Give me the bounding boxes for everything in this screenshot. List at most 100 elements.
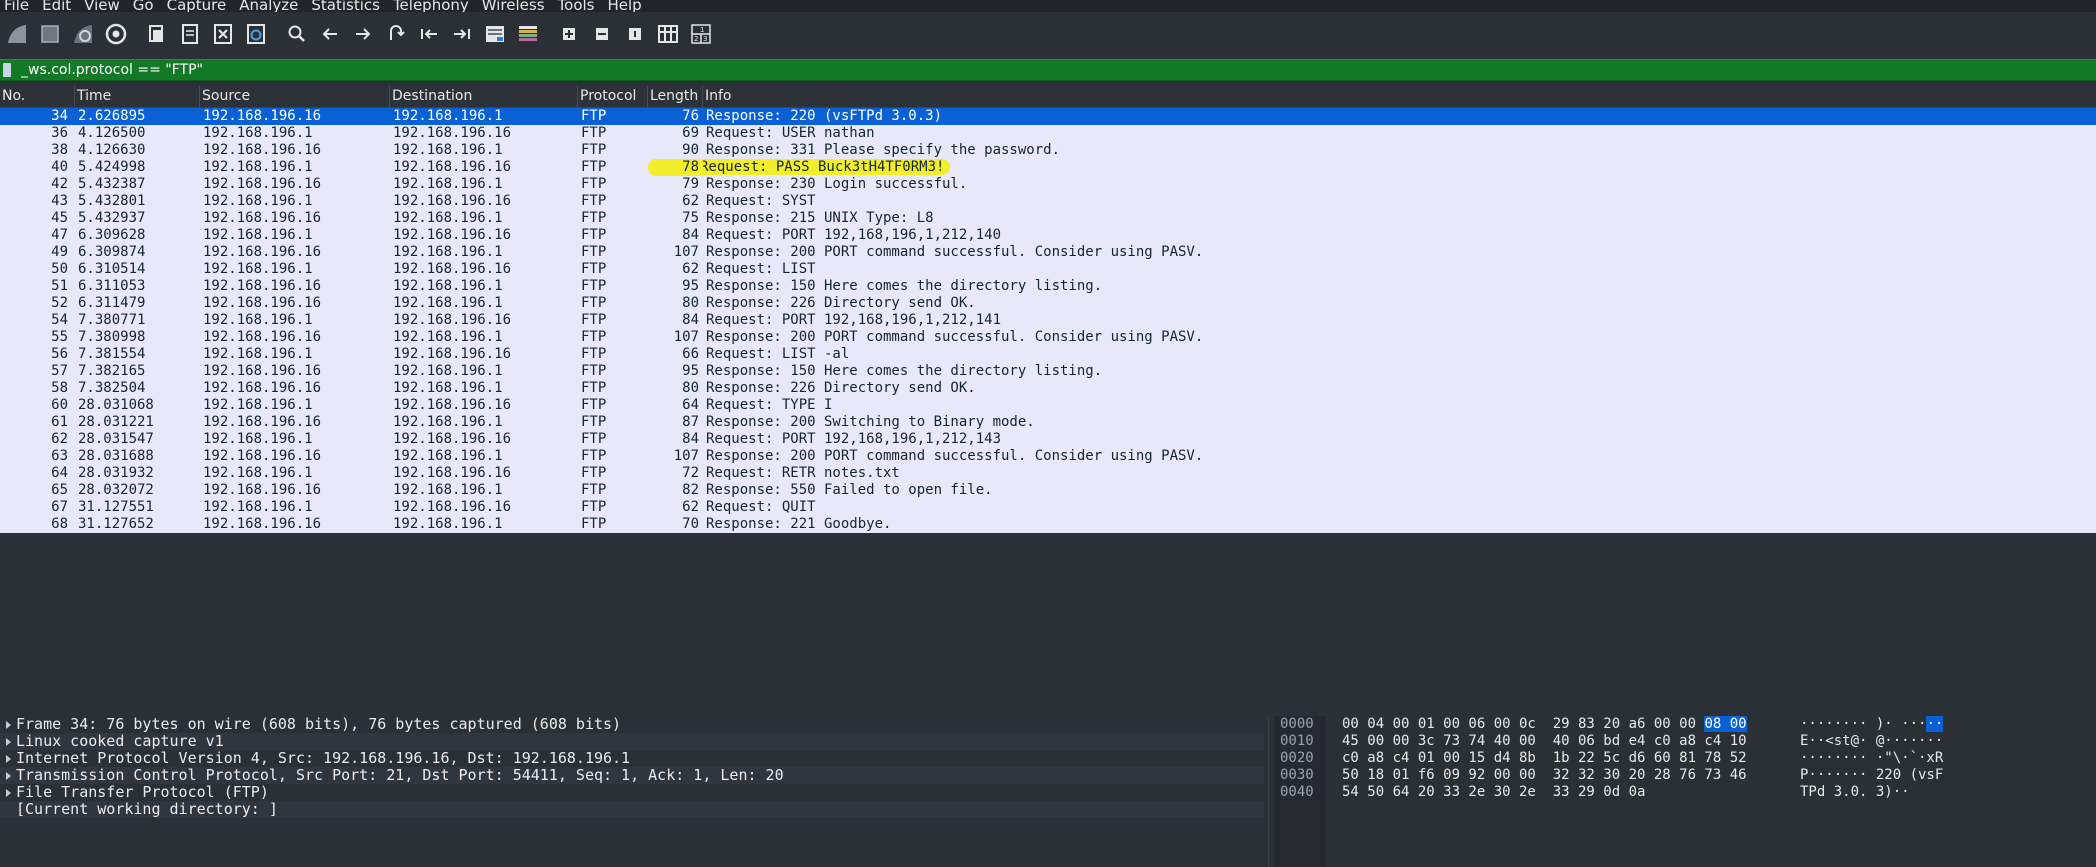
- packet-row[interactable]: 58 7.382504 192.168.196.16 192.168.196.1 FTP…: [0, 380, 2096, 397]
- resize-columns-icon[interactable]: [655, 21, 681, 47]
- packet-row[interactable]: 34 2.626895 192.168.196.16 192.168.196.1 FTP…: [0, 108, 2096, 125]
- packet-row[interactable]: 43 5.432801 192.168.196.1 192.168.196.16 FTP…: [0, 193, 2096, 210]
- zoom-out-icon[interactable]: [589, 21, 615, 47]
- packet-row[interactable]: 64 28.031932 192.168.196.1 192.168.196.16 FT…: [0, 465, 2096, 482]
- packet-row[interactable]: 51 6.311053 192.168.196.16 192.168.196.1 FTP…: [0, 278, 2096, 295]
- zoom-in-icon[interactable]: [556, 21, 582, 47]
- packet-len-cell: 66: [682, 346, 699, 362]
- hex-bytes[interactable]: 54 50 64 20 33 2e 30 2e 33 29 0d 0a: [1334, 784, 1800, 801]
- packet-no-cell: 65: [51, 482, 68, 498]
- menu-analyze[interactable]: Analyze: [235, 0, 307, 12]
- packet-info-cell: Response: 220 (vsFTPd 3.0.3): [706, 108, 943, 124]
- detail-tree-item[interactable]: [Current working directory: ]: [0, 801, 1264, 818]
- detail-tree-item[interactable]: File Transfer Protocol (FTP): [0, 784, 1264, 801]
- highlighted-info: Request: PASS Buck3tH4TF0RM3!: [703, 159, 951, 175]
- normal-size-icon[interactable]: [622, 21, 648, 47]
- packet-row[interactable]: 52 6.311479 192.168.196.16 192.168.196.1 FTP…: [0, 295, 2096, 312]
- ascii-bytes[interactable]: TPd 3.0. 3)··: [1800, 784, 1910, 801]
- menu-tools[interactable]: Tools: [554, 0, 604, 12]
- detail-text: [Current working directory: ]: [16, 800, 278, 818]
- packet-row[interactable]: 57 7.382165 192.168.196.16 192.168.196.1 FTP…: [0, 363, 2096, 380]
- packet-row[interactable]: 47 6.309628 192.168.196.1 192.168.196.16 FTP…: [0, 227, 2096, 244]
- packet-proto-cell: FTP: [581, 227, 607, 243]
- hex-bytes[interactable]: 50 18 01 f6 09 92 00 00 32 32 30 20 28 7…: [1334, 767, 1800, 784]
- find-packet-icon[interactable]: [284, 21, 310, 47]
- go-forward-icon[interactable]: [350, 21, 376, 47]
- menu-file[interactable]: File: [0, 0, 38, 12]
- ascii-bytes[interactable]: ········ ·"\·`·xR: [1800, 750, 1943, 767]
- hex-bytes[interactable]: 00 04 00 01 00 06 00 0c 29 83 20 a6 00 0…: [1334, 716, 1800, 733]
- expand-arrow-icon[interactable]: [0, 720, 16, 729]
- save-file-icon[interactable]: [177, 21, 203, 47]
- menu-go[interactable]: Go: [129, 0, 163, 12]
- menu-edit[interactable]: Edit: [38, 0, 80, 12]
- detail-tree-item[interactable]: Linux cooked capture v1: [0, 733, 1264, 750]
- go-back-icon[interactable]: [317, 21, 343, 47]
- layout-panes-icon[interactable]: 123: [688, 21, 714, 47]
- packet-row[interactable]: 36 4.126500 192.168.196.1 192.168.196.16 FTP…: [0, 125, 2096, 142]
- packet-row[interactable]: 60 28.031068 192.168.196.1 192.168.196.16 FT…: [0, 397, 2096, 414]
- packet-no-cell: 51: [51, 278, 68, 294]
- column-header-length[interactable]: Length: [648, 86, 703, 107]
- expand-arrow-icon[interactable]: [0, 737, 16, 746]
- packet-row[interactable]: 63 28.031688 192.168.196.16 192.168.196.1 FT…: [0, 448, 2096, 465]
- packet-proto-cell: FTP: [581, 108, 607, 124]
- packet-row[interactable]: 67 31.127551 192.168.196.1 192.168.196.16 FT…: [0, 499, 2096, 516]
- display-filter-input[interactable]: [19, 60, 2096, 80]
- ascii-bytes[interactable]: P······· 220 (vsF: [1800, 767, 1943, 784]
- column-header-protocol[interactable]: Protocol: [578, 86, 648, 107]
- packet-row[interactable]: 68 31.127652 192.168.196.16 192.168.196.1 FT…: [0, 516, 2096, 533]
- expand-arrow-icon[interactable]: [0, 754, 16, 763]
- packet-row[interactable]: 65 28.032072 192.168.196.16 192.168.196.1 FT…: [0, 482, 2096, 499]
- column-header-no[interactable]: No.: [0, 86, 75, 107]
- menu-statistics[interactable]: Statistics: [307, 0, 389, 12]
- packet-info-cell: Response: 200 PORT command successful. C…: [706, 329, 1204, 345]
- hex-bytes[interactable]: 45 00 00 3c 73 74 40 00 40 06 bd e4 c0 a…: [1334, 733, 1800, 750]
- expand-arrow-icon[interactable]: [0, 771, 16, 780]
- menu-help[interactable]: Help: [603, 0, 650, 12]
- packet-len-cell: 70: [682, 516, 699, 532]
- filter-bookmark-icon[interactable]: [3, 63, 11, 77]
- go-to-packet-icon[interactable]: [383, 21, 409, 47]
- packet-row[interactable]: 42 5.432387 192.168.196.16 192.168.196.1 FTP…: [0, 176, 2096, 193]
- packet-row[interactable]: 62 28.031547 192.168.196.1 192.168.196.16 FT…: [0, 431, 2096, 448]
- close-file-icon[interactable]: [210, 21, 236, 47]
- packet-row[interactable]: 54 7.380771 192.168.196.1 192.168.196.16 FTP…: [0, 312, 2096, 329]
- ascii-bytes[interactable]: ········ )· ·····: [1800, 716, 1944, 733]
- packet-row[interactable]: 61 28.031221 192.168.196.16 192.168.196.1 FT…: [0, 414, 2096, 431]
- column-header-destination[interactable]: Destination: [390, 86, 578, 107]
- stop-capture-icon[interactable]: [37, 21, 63, 47]
- packet-row[interactable]: 50 6.310514 192.168.196.1 192.168.196.16 FTP…: [0, 261, 2096, 278]
- packet-row[interactable]: 40 5.424998 192.168.196.1 192.168.196.16 FTP…: [0, 159, 2096, 176]
- packet-row[interactable]: 55 7.380998 192.168.196.16 192.168.196.1 FTP…: [0, 329, 2096, 346]
- detail-tree-item[interactable]: Transmission Control Protocol, Src Port:…: [0, 767, 1264, 784]
- menu-telephony[interactable]: Telephony: [389, 0, 478, 12]
- packet-time-cell: 4.126500: [78, 125, 146, 141]
- packet-row[interactable]: 38 4.126630 192.168.196.16 192.168.196.1 FTP…: [0, 142, 2096, 159]
- go-last-packet-icon[interactable]: [449, 21, 475, 47]
- detail-tree-item[interactable]: Frame 34: 76 bytes on wire (608 bits), 7…: [0, 716, 1264, 733]
- start-capture-icon[interactable]: [4, 21, 30, 47]
- packet-row[interactable]: 45 5.432937 192.168.196.16 192.168.196.1 FTP…: [0, 210, 2096, 227]
- capture-options-icon[interactable]: [103, 21, 129, 47]
- open-file-icon[interactable]: [144, 21, 170, 47]
- packet-row[interactable]: 56 7.381554 192.168.196.1 192.168.196.16 FTP…: [0, 346, 2096, 363]
- ascii-bytes[interactable]: E··<st@· @·······: [1800, 733, 1943, 750]
- detail-tree-item[interactable]: Internet Protocol Version 4, Src: 192.16…: [0, 750, 1264, 767]
- autoscroll-icon[interactable]: [482, 21, 508, 47]
- packet-row[interactable]: 49 6.309874 192.168.196.16 192.168.196.1 FTP…: [0, 244, 2096, 261]
- hex-bytes[interactable]: c0 a8 c4 01 00 15 d4 8b 1b 22 5c d6 60 8…: [1334, 750, 1800, 767]
- column-header-time[interactable]: Time: [75, 86, 200, 107]
- restart-capture-icon[interactable]: [70, 21, 96, 47]
- expand-arrow-icon[interactable]: [0, 788, 16, 797]
- byte-offset: 0030: [1280, 767, 1314, 783]
- column-header-info[interactable]: Info: [703, 86, 2096, 107]
- reload-file-icon[interactable]: [243, 21, 269, 47]
- go-first-packet-icon[interactable]: [416, 21, 442, 47]
- menu-wireless[interactable]: Wireless: [478, 0, 554, 12]
- column-header-source[interactable]: Source: [200, 86, 390, 107]
- colorize-icon[interactable]: [515, 21, 541, 47]
- menu-capture[interactable]: Capture: [163, 0, 236, 12]
- ascii-selected: ··: [1926, 716, 1944, 732]
- menu-view[interactable]: View: [80, 0, 129, 12]
